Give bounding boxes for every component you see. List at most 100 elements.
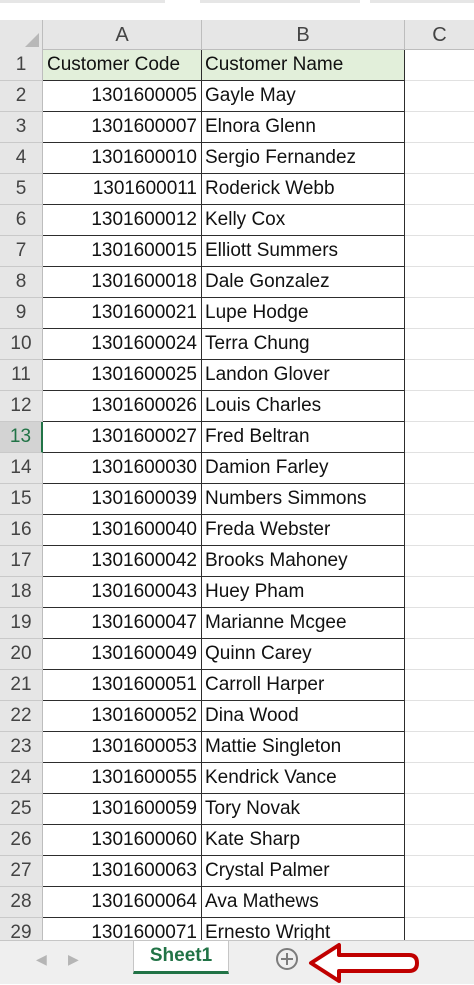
row-header[interactable]: 26 [0, 825, 43, 856]
cell-customer-code[interactable]: 1301600052 [43, 701, 202, 732]
cell-empty[interactable] [405, 267, 474, 298]
row-header[interactable]: 19 [0, 608, 43, 639]
cell-empty[interactable] [405, 360, 474, 391]
row-header[interactable]: 25 [0, 794, 43, 825]
cell-empty[interactable] [405, 794, 474, 825]
cell-empty[interactable] [405, 329, 474, 360]
column-header-a[interactable]: A [43, 20, 202, 50]
row-header[interactable]: 18 [0, 577, 43, 608]
cell-empty[interactable] [405, 856, 474, 887]
cell-customer-name[interactable]: Fred Beltran [202, 422, 405, 453]
cell-empty[interactable] [405, 422, 474, 453]
cell-customer-code[interactable]: 1301600024 [43, 329, 202, 360]
column-header-b[interactable]: B [202, 20, 405, 50]
cell-customer-name[interactable]: Quinn Carey [202, 639, 405, 670]
cell-customer-name[interactable]: Kelly Cox [202, 205, 405, 236]
cell-customer-name[interactable]: Gayle May [202, 81, 405, 112]
cell-customer-name[interactable]: Crystal Palmer [202, 856, 405, 887]
row-header[interactable]: 12 [0, 391, 43, 422]
row-header[interactable]: 8 [0, 267, 43, 298]
row-header[interactable]: 27 [0, 856, 43, 887]
cell-customer-name[interactable]: Kendrick Vance [202, 763, 405, 794]
row-header[interactable]: 6 [0, 205, 43, 236]
cell-customer-code[interactable]: 1301600010 [43, 143, 202, 174]
cell-customer-code[interactable]: 1301600051 [43, 670, 202, 701]
cell-customer-code[interactable]: 1301600049 [43, 639, 202, 670]
cell-empty[interactable] [405, 236, 474, 267]
cell-customer-code[interactable]: 1301600039 [43, 484, 202, 515]
cell-empty[interactable] [405, 484, 474, 515]
cell-empty[interactable] [405, 546, 474, 577]
row-header[interactable]: 3 [0, 112, 43, 143]
row-header[interactable]: 9 [0, 298, 43, 329]
row-header[interactable]: 14 [0, 453, 43, 484]
header-cell-customer-name[interactable]: Customer Name [202, 50, 405, 81]
cell-customer-code[interactable]: 1301600059 [43, 794, 202, 825]
row-header[interactable]: 1 [0, 50, 43, 81]
cell-customer-name[interactable]: Landon Glover [202, 360, 405, 391]
cell-customer-code[interactable]: 1301600060 [43, 825, 202, 856]
cell-empty[interactable] [405, 112, 474, 143]
cell-customer-name[interactable]: Ava Mathews [202, 887, 405, 918]
cell-customer-code[interactable]: 1301600063 [43, 856, 202, 887]
row-header[interactable]: 17 [0, 546, 43, 577]
cell-customer-code[interactable]: 1301600007 [43, 112, 202, 143]
cell-empty[interactable] [405, 639, 474, 670]
row-header[interactable]: 23 [0, 732, 43, 763]
cell-customer-name[interactable]: Roderick Webb [202, 174, 405, 205]
cell-customer-name[interactable]: Damion Farley [202, 453, 405, 484]
row-header[interactable]: 13 [0, 422, 43, 453]
cell-customer-code[interactable]: 1301600053 [43, 732, 202, 763]
cell-empty[interactable] [405, 670, 474, 701]
cell-customer-name[interactable]: Kate Sharp [202, 825, 405, 856]
cell-customer-name[interactable]: Elnora Glenn [202, 112, 405, 143]
row-header[interactable]: 22 [0, 701, 43, 732]
cell-customer-code[interactable]: 1301600018 [43, 267, 202, 298]
row-header[interactable]: 11 [0, 360, 43, 391]
cell-customer-code[interactable]: 1301600042 [43, 546, 202, 577]
cell-empty[interactable] [405, 732, 474, 763]
cell-customer-code[interactable]: 1301600047 [43, 608, 202, 639]
cell-customer-code[interactable]: 1301600011 [43, 174, 202, 205]
cell-customer-code[interactable]: 1301600027 [43, 422, 202, 453]
cell-customer-code[interactable]: 1301600055 [43, 763, 202, 794]
cell-customer-name[interactable]: Dina Wood [202, 701, 405, 732]
cell-empty[interactable] [405, 515, 474, 546]
row-header[interactable]: 7 [0, 236, 43, 267]
cell-customer-code[interactable]: 1301600030 [43, 453, 202, 484]
cell-customer-code[interactable]: 1301600040 [43, 515, 202, 546]
row-header[interactable]: 20 [0, 639, 43, 670]
cell-customer-name[interactable]: Marianne Mcgee [202, 608, 405, 639]
cell-customer-code[interactable]: 1301600005 [43, 81, 202, 112]
row-header[interactable]: 5 [0, 174, 43, 205]
row-header[interactable]: 4 [0, 143, 43, 174]
cell-customer-name[interactable]: Mattie Singleton [202, 732, 405, 763]
cell-empty[interactable] [405, 701, 474, 732]
row-header[interactable]: 28 [0, 887, 43, 918]
cell-customer-name[interactable]: Huey Pham [202, 577, 405, 608]
row-header[interactable]: 15 [0, 484, 43, 515]
cell-empty[interactable] [405, 825, 474, 856]
cell-empty[interactable] [405, 174, 474, 205]
cell-empty[interactable] [405, 887, 474, 918]
triangle-left-icon[interactable]: ◀ [36, 951, 47, 968]
cell-customer-name[interactable]: Louis Charles [202, 391, 405, 422]
row-header[interactable]: 10 [0, 329, 43, 360]
cell-empty[interactable] [405, 577, 474, 608]
cell-customer-code[interactable]: 1301600064 [43, 887, 202, 918]
cell-empty[interactable] [405, 391, 474, 422]
cell-customer-code[interactable]: 1301600043 [43, 577, 202, 608]
cell-customer-name[interactable]: Tory Novak [202, 794, 405, 825]
cell-customer-name[interactable]: Freda Webster [202, 515, 405, 546]
cell-empty[interactable] [405, 298, 474, 329]
cell-empty[interactable] [405, 143, 474, 174]
cell-customer-name[interactable]: Brooks Mahoney [202, 546, 405, 577]
row-header[interactable]: 16 [0, 515, 43, 546]
row-header[interactable]: 2 [0, 81, 43, 112]
cell-empty[interactable] [405, 763, 474, 794]
cell-customer-code[interactable]: 1301600025 [43, 360, 202, 391]
row-header[interactable]: 24 [0, 763, 43, 794]
cell-customer-code[interactable]: 1301600015 [43, 236, 202, 267]
column-header-c[interactable]: C [405, 20, 474, 50]
cell-customer-name[interactable]: Terra Chung [202, 329, 405, 360]
